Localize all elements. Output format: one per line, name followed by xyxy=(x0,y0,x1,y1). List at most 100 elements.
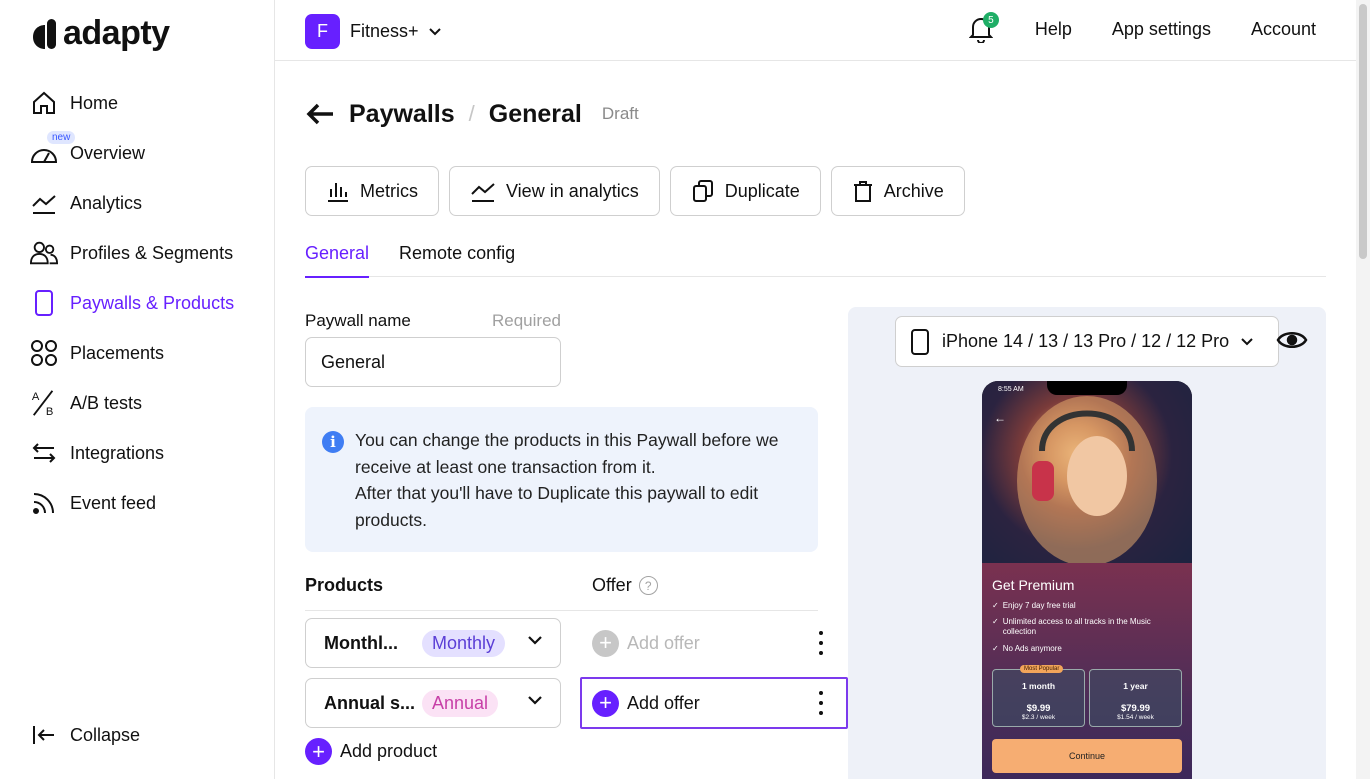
home-icon xyxy=(30,89,58,117)
sidebar-item-label: Overview xyxy=(70,142,146,163)
account-link[interactable]: Account xyxy=(1251,19,1316,40)
sidebar-item-label: A/B tests xyxy=(70,392,143,413)
chart-line-icon xyxy=(471,183,495,202)
action-toolbar: Metrics View in analytics Duplicate Arch… xyxy=(305,166,965,216)
sidebar-item-ab-tests[interactable]: AB A/B tests xyxy=(30,378,270,428)
period-chip: Annual xyxy=(422,689,499,717)
adapty-logo-mark xyxy=(33,18,56,49)
feature-item: ✓ Enjoy 7 day free trial xyxy=(992,601,1182,611)
trash-icon xyxy=(853,181,872,202)
add-product-label: Add product xyxy=(340,741,438,761)
sidebar-item-label: Placements xyxy=(70,342,165,363)
help-link[interactable]: Help xyxy=(1035,19,1072,40)
paywall-name-label: Paywall name xyxy=(305,311,411,330)
view-in-analytics-button[interactable]: View in analytics xyxy=(449,166,660,216)
breadcrumb-paywalls-link[interactable]: Paywalls xyxy=(349,100,455,129)
plus-circle-icon: + xyxy=(305,738,332,765)
chevron-down-icon xyxy=(528,696,542,705)
tab-general[interactable]: General xyxy=(305,229,370,278)
scrollbar-thumb[interactable] xyxy=(1359,4,1367,259)
svg-text:A: A xyxy=(32,391,40,403)
metrics-button[interactable]: Metrics xyxy=(305,166,439,216)
offer-heading: Offer ? xyxy=(592,575,658,596)
more-options-icon[interactable] xyxy=(812,629,830,657)
plan-price: $79.99 xyxy=(1120,703,1151,714)
back-arrow-icon: ← xyxy=(994,411,1006,425)
products-heading: Products xyxy=(305,575,384,595)
status-badge: Draft xyxy=(601,104,639,123)
eye-icon[interactable] xyxy=(1276,327,1308,353)
phone-icon xyxy=(30,289,58,317)
svg-text:B: B xyxy=(46,406,53,418)
sidebar-item-overview[interactable]: new Overview xyxy=(30,128,270,178)
sidebar-item-placements[interactable]: Placements xyxy=(30,328,270,378)
sidebar-item-paywalls[interactable]: Paywalls & Products xyxy=(30,278,270,328)
add-product-button[interactable]: + Add product xyxy=(305,738,437,765)
device-name: iPhone 14 / 13 / 13 Pro / 12 / 12 Pro xyxy=(942,331,1230,351)
most-popular-badge: Most Popular xyxy=(1020,665,1064,673)
topbar-menu: 5 Help App settings Account xyxy=(967,12,1316,44)
continue-button: Continue xyxy=(992,739,1182,773)
question-icon[interactable]: ? xyxy=(638,576,658,595)
product-select[interactable]: Annual s... Annual xyxy=(305,678,561,728)
duplicate-button[interactable]: Duplicate xyxy=(669,166,821,216)
page-title: General xyxy=(488,99,582,128)
collapse-button[interactable]: Collapse xyxy=(30,720,140,750)
chevron-down-icon xyxy=(1241,337,1253,345)
info-icon: i xyxy=(322,431,344,453)
duplicate-label: Duplicate xyxy=(724,180,800,201)
bar-chart-icon xyxy=(328,183,348,202)
plan-option-yearly: 1 year $79.99 $1.54 / week xyxy=(1089,669,1182,727)
info-callout: i You can change the products in this Pa… xyxy=(305,407,818,552)
chevron-down-icon xyxy=(528,636,542,645)
notifications-button[interactable]: 5 xyxy=(967,12,999,44)
page-scrollbar[interactable] xyxy=(1356,0,1370,779)
paywall-name-input[interactable] xyxy=(305,337,561,387)
sidebar: adapty Home new Overview Analytics Profi… xyxy=(0,0,275,779)
grid-icon xyxy=(30,339,58,367)
sidebar-item-home[interactable]: Home xyxy=(30,78,270,128)
sidebar-item-integrations[interactable]: Integrations xyxy=(30,428,270,478)
phone-notch xyxy=(1047,381,1127,395)
adapty-logo[interactable]: adapty xyxy=(33,14,170,53)
phone-time: 8:55 AM xyxy=(998,386,1024,393)
add-offer-button[interactable]: + Add offer xyxy=(592,618,700,668)
breadcrumb-separator: / xyxy=(468,101,475,126)
tab-remote-config[interactable]: Remote config xyxy=(399,229,515,277)
brand-name: adapty xyxy=(63,14,170,52)
archive-button[interactable]: Archive xyxy=(830,166,965,216)
sidebar-item-label: Profiles & Segments xyxy=(70,242,234,263)
plan-subprice: $1.54 / week xyxy=(1117,714,1154,721)
paywall-card: Get Premium ✓ Enjoy 7 day free trial ✓ Unl… xyxy=(982,563,1192,779)
feature-text: Unlimited access to all tracks in the Mu… xyxy=(1002,617,1151,636)
chevron-down-icon xyxy=(428,27,441,35)
feed-icon xyxy=(30,489,58,517)
plan-name: 1 year xyxy=(1123,681,1148,691)
paywall-hero-image: 8:55 AM ← xyxy=(982,381,1192,566)
feature-text: No Ads anymore xyxy=(1002,644,1062,653)
paywall-name-label-row: Paywall name Required xyxy=(305,311,561,331)
plan-name: 1 month xyxy=(1021,681,1056,691)
ab-test-icon: AB xyxy=(30,389,58,418)
sidebar-item-label: Analytics xyxy=(70,192,143,213)
sidebar-item-profiles[interactable]: Profiles & Segments xyxy=(30,228,270,278)
product-row: Monthl... Monthly + Add offer xyxy=(305,618,823,668)
app-switcher[interactable]: F Fitness+ xyxy=(305,14,441,49)
back-arrow-icon[interactable] xyxy=(305,102,335,126)
sidebar-item-label: Event feed xyxy=(70,492,157,513)
device-select[interactable]: iPhone 14 / 13 / 13 Pro / 12 / 12 Pro xyxy=(895,316,1279,367)
sidebar-item-analytics[interactable]: Analytics xyxy=(30,178,270,228)
archive-label: Archive xyxy=(883,180,944,201)
app-avatar: F xyxy=(305,14,340,49)
sidebar-item-event-feed[interactable]: Event feed xyxy=(30,478,270,528)
phone-mockup: 8:55 AM ← Get Premium ✓ Enjoy 7 day free … xyxy=(982,381,1192,779)
app-settings-link[interactable]: App settings xyxy=(1112,19,1211,40)
sidebar-item-label: Home xyxy=(70,92,119,113)
required-hint: Required xyxy=(492,311,561,330)
chart-line-icon xyxy=(30,189,58,217)
info-text-line1: You can change the products in this Payw… xyxy=(355,430,779,477)
topbar: F Fitness+ 5 Help App settings Account xyxy=(275,0,1356,61)
plan-subprice: $2.3 / week xyxy=(1021,714,1056,721)
hero-illustration xyxy=(1017,396,1157,566)
product-select[interactable]: Monthl... Monthly xyxy=(305,618,561,668)
